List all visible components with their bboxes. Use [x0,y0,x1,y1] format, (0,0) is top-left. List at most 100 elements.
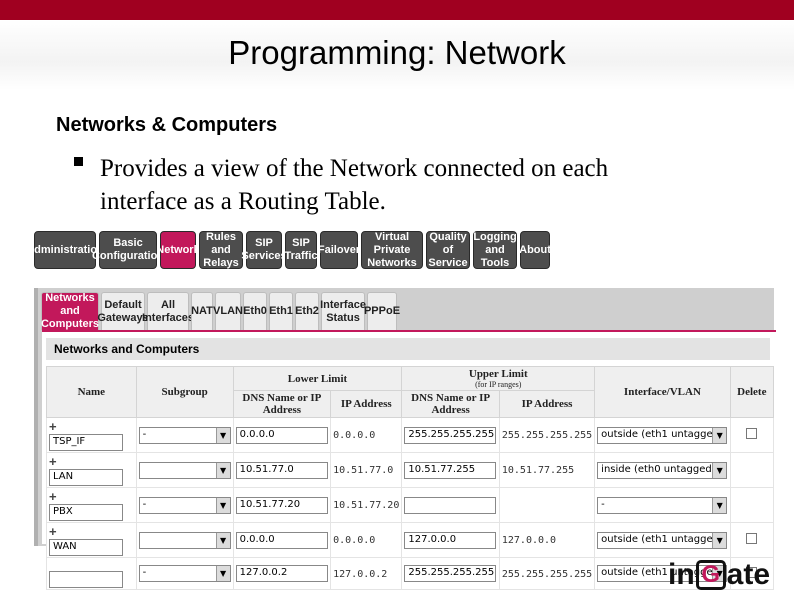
table-row: +PBX - ▼ 10.51.77.20 10.51.77.20- ▼ [46,487,775,523]
nav-button[interactable]: Logging and Tools [473,231,517,269]
name-cell: +LAN [46,452,137,488]
subtab[interactable]: NAT [191,292,213,330]
upper-ip-cell: 10.51.77.255 [498,452,596,488]
name-input[interactable]: PBX [49,504,123,521]
lower-ip-value: 127.0.0.2 [333,568,388,580]
nav-button[interactable]: Rules and Relays [199,231,243,269]
name-cell: +PBX [46,487,137,523]
ingate-logo: in G ate [668,558,770,592]
delete-cell [729,487,775,523]
upper-ip-value: 10.51.77.255 [501,465,575,476]
interface-select[interactable]: outside (eth1 untagged) ▼ [597,531,728,549]
chevron-down-icon: ▼ [215,497,230,513]
bullet-text: Provides a view of the Network connected… [100,155,609,215]
name-input[interactable]: WAN [49,539,123,556]
lower-dns-input[interactable]: 10.51.77.0 [235,461,328,479]
subtab[interactable]: Default Gateways [97,292,149,330]
chevron-down-icon: ▼ [712,462,727,478]
expand-plus-icon[interactable]: + [49,419,61,434]
name-input[interactable]: TSP_IF [49,434,123,451]
lower-dns-input[interactable]: 0.0.0.0 [235,426,328,444]
subtab[interactable]: PPPoE [364,292,400,330]
interface-value: outside (eth1 untagged) [601,533,713,545]
nav-button[interactable]: Network [156,231,200,269]
interface-select[interactable]: outside (eth1 untagged) ▼ [597,426,728,444]
section-title: Networks and Computers [46,338,770,360]
delete-checkbox[interactable] [746,533,758,544]
interface-select[interactable]: inside (eth0 untagged) ▼ [597,461,728,479]
subgroup-select[interactable]: - ▼ [138,426,231,444]
subtab[interactable]: Networks and Computers [41,292,99,330]
subgroup-value: - [142,567,147,578]
slide-title: Programming: Network [228,34,566,71]
subtab[interactable]: VLAN [213,292,243,330]
nav-button[interactable]: Administration [26,231,104,269]
expand-plus-icon[interactable]: + [49,454,61,469]
upper-dns-input[interactable]: 10.51.77.255 [404,461,497,479]
lower-ip-cell: 0.0.0.0 [330,522,403,558]
nav-button[interactable]: About [519,231,551,269]
subgroup-select[interactable]: ▼ [138,531,231,549]
interface-cell: inside (eth0 untagged) ▼ [594,452,731,488]
lower-ip-cell: 10.51.77.0 [330,452,403,488]
networks-table: Name Subgroup Lower Limit Upper Limit (f… [46,366,775,590]
subtab[interactable]: Eth2 [295,292,319,330]
interface-cell: outside (eth1 untagged) ▼ [594,417,731,453]
upper-dns-input[interactable]: 255.255.255.255 [404,565,497,582]
nav-button[interactable]: SIP Traffic [285,231,318,269]
name-input[interactable] [49,571,123,588]
lower-dns-input[interactable]: 10.51.77.20 [235,496,328,514]
lower-ip-cell: 10.51.77.20 [330,487,403,523]
upper-dns-input[interactable]: 127.0.0.0 [404,531,497,549]
subgroup-value [140,533,216,548]
subgroup-select[interactable]: ▼ [138,461,231,479]
subgroup-select[interactable]: - ▼ [138,496,231,514]
upper-ip-cell [498,487,596,523]
header-upper-limit: Upper Limit (for IP ranges) [401,366,596,391]
subgroup-cell: - ▼ [135,487,234,523]
upper-dns-input[interactable]: 255.255.255.255 [404,426,497,444]
lower-ip-value: 0.0.0.0 [333,535,376,546]
lower-dns-input[interactable]: 0.0.0.0 [235,531,328,549]
chevron-down-icon: ▼ [215,532,230,548]
nav-button[interactable]: Quality of Service [426,231,470,269]
subgroup-cell: ▼ [135,452,234,488]
upper-limit-label: Upper Limit [468,368,528,380]
subtab[interactable]: Eth0 [243,292,267,330]
table-row: +TSP_IF - ▼ 0.0.0.0 0.0.0.0 255.255.255.255 25… [46,417,775,453]
nav-button[interactable]: Basic Configuration [92,231,164,269]
chevron-down-icon: ▼ [712,497,727,513]
subtab[interactable]: Eth1 [269,292,293,330]
subgroup-value: - [142,428,147,440]
lower-dns-input[interactable]: 127.0.0.2 [235,565,328,582]
interface-select[interactable]: - ▼ [597,496,728,514]
subtab[interactable]: Interface Status [320,292,366,330]
upper-dns-input[interactable] [404,496,497,514]
subtab[interactable]: All Interfaces [142,292,194,330]
delete-checkbox[interactable] [746,428,758,439]
nav-button[interactable]: Virtual Private Networks [361,231,423,269]
lower-ip-value: 0.0.0.0 [333,430,376,441]
lower-dns-cell: 0.0.0.0 [232,522,332,558]
nav-button[interactable]: Failover [318,231,360,269]
subgroup-value [140,463,216,478]
expand-plus-icon[interactable]: + [49,524,61,539]
header-lower-ip: IP Address [330,390,403,418]
header-upper-dns: DNS Name or IP Address [401,390,500,418]
nav-button[interactable]: SIP Services [241,231,287,269]
logo-text-pre: in [668,558,695,591]
chevron-down-icon: ▼ [712,427,727,443]
name-input[interactable]: LAN [49,469,123,486]
upper-dns-cell: 10.51.77.255 [401,452,500,488]
subgroup-select[interactable]: - ▼ [138,565,231,582]
interface-value: outside (eth1 untagged) [601,428,713,440]
content-area: Networks and Computers Name Subgroup Low… [42,330,776,590]
upper-dns-cell: 255.255.255.255 [401,557,500,590]
name-cell: +WAN [46,522,137,558]
upper-dns-cell: 255.255.255.255 [401,417,500,453]
delete-cell [729,452,775,488]
lower-ip-cell: 0.0.0.0 [330,417,403,453]
expand-plus-icon[interactable]: + [49,489,61,504]
delete-cell [729,522,775,558]
subgroup-cell: - ▼ [135,417,234,453]
